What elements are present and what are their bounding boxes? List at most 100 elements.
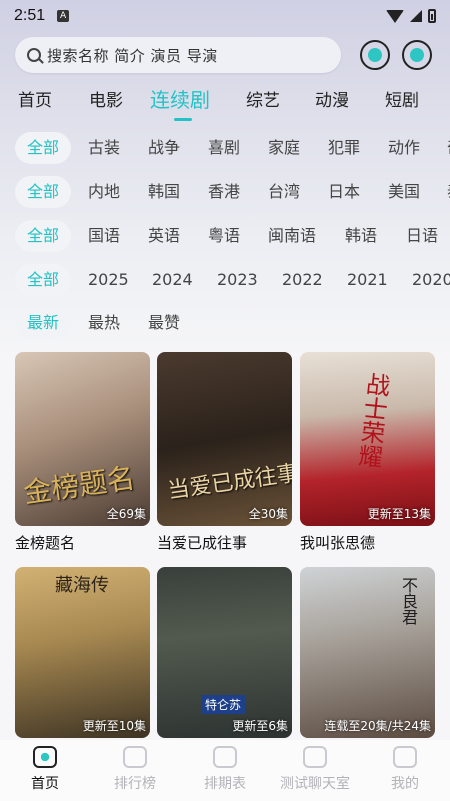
chat-icon [303, 746, 327, 768]
episode-badge: 连载至20集/共24集 [324, 719, 431, 733]
nav-label: 首页 [31, 776, 59, 792]
poster-title-art: 特仑苏 [201, 695, 246, 714]
drama-card[interactable]: 不良君 连载至20集/共24集 [300, 567, 435, 744]
nav-home[interactable]: 首页 [0, 740, 90, 801]
filter-chip[interactable]: 喜剧 [208, 132, 240, 164]
nav-chatroom[interactable]: 测试聊天室 [270, 740, 360, 801]
filter-chip[interactable]: 2020 [412, 264, 450, 296]
filter-chip[interactable]: 香港 [208, 176, 240, 208]
search-placeholder: 搜索名称 简介 演员 导演 [47, 46, 218, 65]
sort-chip[interactable]: 最新 [15, 307, 72, 339]
filter-chip[interactable]: 犯罪 [328, 132, 360, 164]
tab-variety[interactable]: 综艺 [246, 86, 280, 111]
status-time: 2:51 [14, 7, 46, 24]
tab-short[interactable]: 短剧 [385, 86, 419, 111]
nav-label: 我的 [391, 776, 419, 792]
filter-chip[interactable]: 古装 [88, 132, 120, 164]
poster-title-art: 金榜题名 [21, 461, 137, 510]
filter-chip[interactable]: 美国 [388, 176, 420, 208]
poster-image: 金榜题名 全69集 [15, 352, 150, 526]
filter-chip[interactable]: 韩语 [345, 220, 377, 252]
download-button[interactable] [360, 40, 390, 70]
episode-badge: 全30集 [248, 507, 288, 521]
card-title: 当爱已成往事 [157, 534, 248, 552]
episode-badge: 更新至13集 [367, 507, 431, 521]
poster-image: 战士荣耀 更新至13集 [300, 352, 435, 526]
poster-image: 特仑苏 更新至6集 [157, 567, 292, 738]
status-indicator-icon: A [57, 10, 70, 22]
filter-chip[interactable]: 台湾 [268, 176, 300, 208]
drama-card[interactable]: 特仑苏 更新至6集 [157, 567, 292, 744]
search-icon [27, 48, 41, 62]
home-icon [33, 746, 57, 768]
bottom-nav: 首页 排行榜 排期表 测试聊天室 我的 [0, 740, 450, 801]
filter-chip[interactable]: 闽南语 [268, 220, 316, 252]
drama-card[interactable]: 藏海传 更新至10集 [15, 567, 150, 744]
episode-badge: 更新至6集 [232, 719, 288, 733]
poster-title-art: 不良君 [399, 577, 418, 625]
filter-chip[interactable]: 动作 [388, 132, 420, 164]
filter-chip[interactable]: 韩国 [148, 176, 180, 208]
search-row: 搜索名称 简介 演员 导演 [15, 37, 435, 73]
poster-image: 藏海传 更新至10集 [15, 567, 150, 738]
poster-image: 当爱已成往事 全30集 [157, 352, 292, 526]
nav-ranking[interactable]: 排行榜 [90, 740, 180, 801]
tab-home[interactable]: 首页 [18, 86, 52, 111]
sort-chip[interactable]: 最热 [88, 307, 120, 339]
filter-genre: 全部 古装 战争 喜剧 家庭 犯罪 动作 奇 [0, 132, 450, 164]
filter-chip[interactable]: 英语 [148, 220, 180, 252]
nav-label: 排期表 [204, 776, 246, 792]
drama-card[interactable]: 金榜题名 全69集 金榜题名 [15, 352, 150, 553]
calendar-icon [213, 746, 237, 768]
tab-anime[interactable]: 动漫 [315, 86, 349, 111]
filter-chip[interactable]: 全部 [15, 132, 72, 164]
history-button[interactable] [402, 40, 432, 70]
signal-icon [410, 10, 422, 22]
history-icon [410, 48, 424, 62]
filter-chip[interactable]: 2024 [152, 264, 193, 296]
user-icon [393, 746, 417, 768]
filter-chip[interactable]: 2025 [88, 264, 129, 296]
filter-chip[interactable]: 国语 [88, 220, 120, 252]
filter-chip[interactable]: 战争 [148, 132, 180, 164]
filter-chip[interactable]: 全部 [15, 176, 72, 208]
episode-badge: 全69集 [106, 507, 146, 521]
filter-chip[interactable]: 2023 [217, 264, 258, 296]
nav-label: 排行榜 [114, 776, 156, 792]
battery-icon [428, 9, 436, 23]
card-title: 金榜题名 [15, 534, 76, 552]
tab-movie[interactable]: 电影 [89, 86, 123, 111]
nav-schedule[interactable]: 排期表 [180, 740, 270, 801]
filter-chip[interactable]: 家庭 [268, 132, 300, 164]
sort-chip[interactable]: 最赞 [148, 307, 180, 339]
poster-image: 不良君 连载至20集/共24集 [300, 567, 435, 738]
filter-sort: 最新 最热 最赞 [0, 307, 450, 339]
nav-mine[interactable]: 我的 [360, 740, 450, 801]
filter-language: 全部 国语 英语 粤语 闽南语 韩语 日语 [0, 220, 450, 252]
nav-label: 测试聊天室 [280, 776, 350, 792]
search-input[interactable]: 搜索名称 简介 演员 导演 [15, 37, 341, 73]
filter-chip[interactable]: 内地 [88, 176, 120, 208]
filter-chip[interactable]: 全部 [15, 264, 72, 296]
drama-card[interactable]: 战士荣耀 更新至13集 我叫张思德 [300, 352, 435, 553]
filter-chip[interactable]: 2022 [282, 264, 323, 296]
filter-chip[interactable]: 日语 [406, 220, 438, 252]
tab-active-indicator [174, 118, 192, 121]
status-icons [386, 9, 436, 23]
card-title: 我叫张思德 [300, 534, 376, 552]
tab-series[interactable]: 连续剧 [150, 84, 210, 113]
filter-chip[interactable]: 2021 [347, 264, 388, 296]
filter-region: 全部 内地 韩国 香港 台湾 日本 美国 泰 [0, 176, 450, 208]
poster-title-art: 藏海传 [55, 575, 109, 596]
filter-chip[interactable]: 全部 [15, 220, 72, 252]
main-tabs: 首页 电影 连续剧 综艺 动漫 短剧 [0, 86, 450, 124]
filter-chip[interactable]: 日本 [328, 176, 360, 208]
wifi-icon [386, 9, 404, 23]
download-icon [368, 48, 382, 62]
poster-title-art: 战士荣耀 [353, 370, 391, 470]
filter-chip[interactable]: 粤语 [208, 220, 240, 252]
chart-icon [123, 746, 147, 768]
drama-card[interactable]: 当爱已成往事 全30集 当爱已成往事 [157, 352, 292, 553]
status-bar: 2:51 A [0, 0, 450, 32]
episode-badge: 更新至10集 [82, 719, 146, 733]
